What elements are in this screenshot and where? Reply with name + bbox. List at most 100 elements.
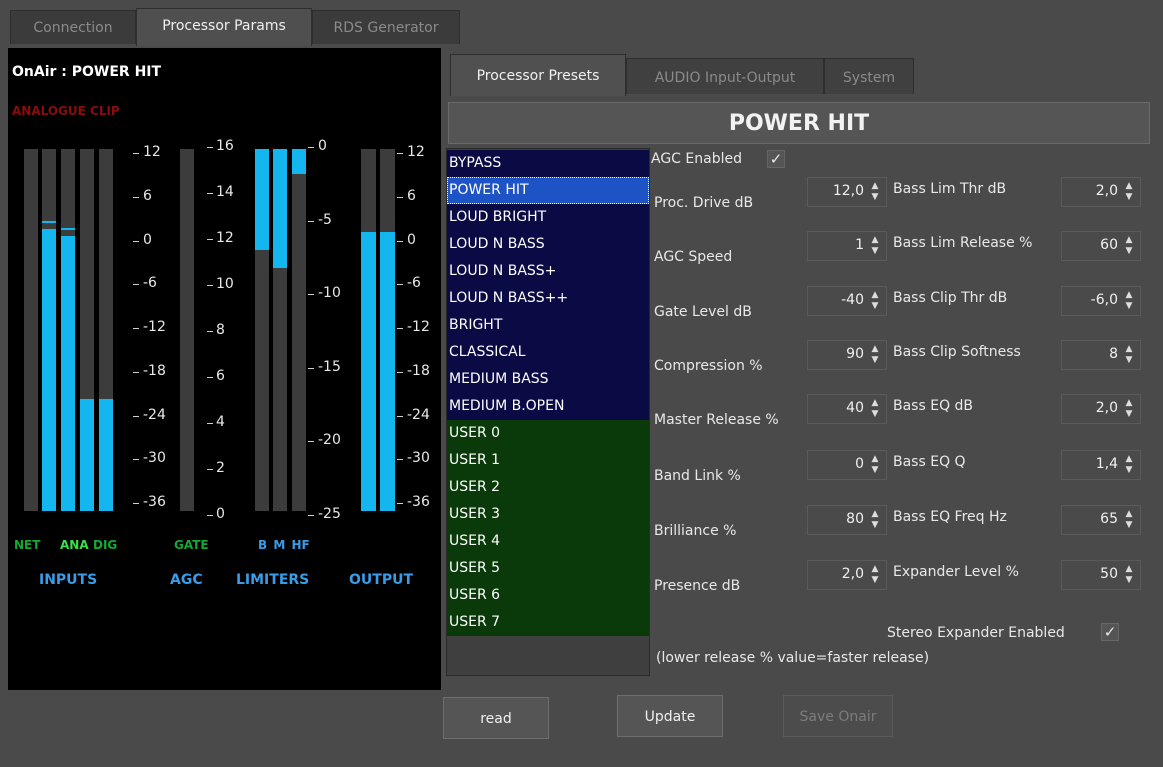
spin-arrows-icon[interactable]: ▲ ▼ <box>1124 344 1134 366</box>
limiter-meter-0-level <box>255 149 269 250</box>
left-param-spinbox[interactable]: -40 ▲ ▼ <box>807 286 887 316</box>
spin-arrows-icon[interactable]: ▲ ▼ <box>870 235 880 257</box>
preset-item[interactable]: USER 5 <box>447 555 649 582</box>
inputs_scale-label: -18 <box>143 363 166 379</box>
right-param-label: Expander Level % <box>893 564 1019 580</box>
spin-arrows-icon[interactable]: ▲ ▼ <box>1124 564 1134 586</box>
left-param-spinbox[interactable]: 90 ▲ ▼ <box>807 340 887 370</box>
limiter-band-labels: B M HF <box>258 538 310 552</box>
tab-processor-presets[interactable]: Processor Presets <box>450 54 626 96</box>
agc_scale-label: 14 <box>216 184 234 200</box>
spinbox-value: 40 <box>846 400 864 416</box>
update-button[interactable]: Update <box>617 695 723 737</box>
preset-item[interactable]: BRIGHT <box>447 312 649 339</box>
right-param-spinbox[interactable]: 2,0 ▲ ▼ <box>1061 394 1141 424</box>
spin-arrows-icon[interactable]: ▲ ▼ <box>1124 398 1134 420</box>
preset-item[interactable]: USER 6 <box>447 582 649 609</box>
preset-item[interactable]: LOUD BRIGHT <box>447 204 649 231</box>
preset-item[interactable]: LOUD N BASS+ <box>447 258 649 285</box>
limiter_scale-label: -20 <box>318 432 341 448</box>
agc-enabled-label: AGC Enabled <box>651 151 742 167</box>
right-param-spinbox[interactable]: 50 ▲ ▼ <box>1061 560 1141 590</box>
output_scale-label: 12 <box>407 144 425 160</box>
input-meter-1-peak <box>42 221 56 223</box>
spinbox-value: 65 <box>1100 511 1118 527</box>
right-param-label: Bass Lim Thr dB <box>893 181 1007 197</box>
preset-item[interactable]: USER 4 <box>447 528 649 555</box>
right-param-spinbox[interactable]: 65 ▲ ▼ <box>1061 505 1141 535</box>
agc_scale-tick <box>207 239 213 240</box>
preset-item[interactable]: USER 3 <box>447 501 649 528</box>
output_scale-label: -30 <box>407 450 430 466</box>
agc_scale-label: 0 <box>216 506 225 522</box>
tab-connection[interactable]: Connection <box>10 10 136 44</box>
spin-arrows-icon[interactable]: ▲ ▼ <box>1124 454 1134 476</box>
stereo-expander-checkbox[interactable]: ✓ <box>1101 623 1119 641</box>
preset-item[interactable]: POWER HIT <box>447 177 649 204</box>
save-onair-button[interactable]: Save Onair <box>783 695 893 737</box>
spinbox-value: -40 <box>841 292 864 308</box>
left-param-label: Gate Level dB <box>654 304 752 320</box>
agc_scale-label: 8 <box>216 322 225 338</box>
left-param-spinbox[interactable]: 2,0 ▲ ▼ <box>807 560 887 590</box>
output_scale-label: -36 <box>407 494 430 510</box>
spin-arrows-icon[interactable]: ▲ ▼ <box>870 454 880 476</box>
agc_scale-tick <box>207 423 213 424</box>
preset-item[interactable]: USER 1 <box>447 447 649 474</box>
inputs_scale-label: -36 <box>143 494 166 510</box>
right-param-spinbox[interactable]: 1,4 ▲ ▼ <box>1061 450 1141 480</box>
right-param-label: Bass EQ Q <box>893 454 966 470</box>
spin-arrows-icon[interactable]: ▲ ▼ <box>1124 290 1134 312</box>
right-param-spinbox[interactable]: 8 ▲ ▼ <box>1061 340 1141 370</box>
spin-arrows-icon[interactable]: ▲ ▼ <box>1124 509 1134 531</box>
preset-item[interactable]: BYPASS <box>447 150 649 177</box>
left-param-label: Band Link % <box>654 468 741 484</box>
input-meter-2-peak <box>61 228 75 230</box>
output-meter-0-level <box>361 232 376 511</box>
output_scale-label: -24 <box>407 407 430 423</box>
preset-item[interactable]: USER 0 <box>447 420 649 447</box>
spin-arrows-icon[interactable]: ▲ ▼ <box>870 344 880 366</box>
inputs_scale-tick <box>133 153 139 154</box>
left-param-spinbox[interactable]: 0 ▲ ▼ <box>807 450 887 480</box>
left-param-label: Brilliance % <box>654 523 737 539</box>
tab-system[interactable]: System <box>824 58 914 94</box>
left-param-label: Compression % <box>654 358 763 374</box>
right-param-spinbox[interactable]: 60 ▲ ▼ <box>1061 231 1141 261</box>
preset-item[interactable]: MEDIUM BASS <box>447 366 649 393</box>
output_scale-label: -18 <box>407 363 430 379</box>
preset-item[interactable]: LOUD N BASS++ <box>447 285 649 312</box>
spin-arrows-icon[interactable]: ▲ ▼ <box>870 290 880 312</box>
spin-arrows-icon[interactable]: ▲ ▼ <box>1124 181 1134 203</box>
limiter_scale-tick <box>308 368 314 369</box>
inputs_scale-tick <box>133 197 139 198</box>
right-param-spinbox[interactable]: 2,0 ▲ ▼ <box>1061 177 1141 207</box>
output_scale-tick <box>397 284 403 285</box>
spin-arrows-icon[interactable]: ▲ ▼ <box>870 398 880 420</box>
output_scale-tick <box>397 416 403 417</box>
output_scale-tick <box>397 328 403 329</box>
input-meter-2-level <box>61 236 75 511</box>
left-param-spinbox[interactable]: 40 ▲ ▼ <box>807 394 887 424</box>
preset-item[interactable]: LOUD N BASS <box>447 231 649 258</box>
preset-item[interactable]: USER 2 <box>447 474 649 501</box>
preset-list[interactable]: BYPASS POWER HIT LOUD BRIGHT LOUD N BASS LOU… <box>446 148 650 676</box>
dig-indicator: DIG <box>93 538 118 552</box>
preset-item[interactable]: USER 7 <box>447 609 649 636</box>
preset-item[interactable]: CLASSICAL <box>447 339 649 366</box>
spin-arrows-icon[interactable]: ▲ ▼ <box>870 564 880 586</box>
output_scale-label: -12 <box>407 319 430 335</box>
read-button[interactable]: read <box>443 697 549 739</box>
spin-arrows-icon[interactable]: ▲ ▼ <box>870 509 880 531</box>
right-param-spinbox[interactable]: -6,0 ▲ ▼ <box>1061 286 1141 316</box>
spin-arrows-icon[interactable]: ▲ ▼ <box>870 181 880 203</box>
spin-arrows-icon[interactable]: ▲ ▼ <box>1124 235 1134 257</box>
tab-rds-generator[interactable]: RDS Generator <box>312 10 460 44</box>
agc-enabled-checkbox[interactable]: ✓ <box>767 150 785 168</box>
tab-processor-params[interactable]: Processor Params <box>136 8 312 46</box>
left-param-spinbox[interactable]: 1 ▲ ▼ <box>807 231 887 261</box>
preset-item[interactable]: MEDIUM B.OPEN <box>447 393 649 420</box>
left-param-spinbox[interactable]: 12,0 ▲ ▼ <box>807 177 887 207</box>
left-param-spinbox[interactable]: 80 ▲ ▼ <box>807 505 887 535</box>
tab-audio-input-output[interactable]: AUDIO Input-Output <box>626 58 824 94</box>
